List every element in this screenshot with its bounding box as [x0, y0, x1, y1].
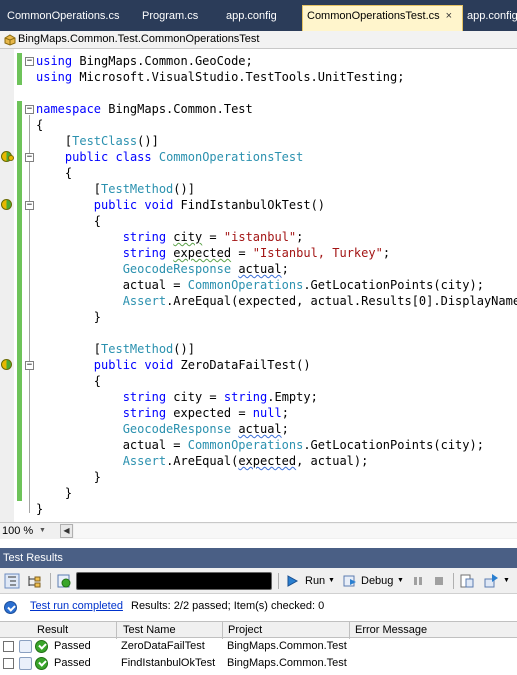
stop-icon[interactable]: [431, 573, 447, 589]
test-run-icon[interactable]: [56, 573, 72, 589]
collapse-icon[interactable]: −: [25, 153, 34, 162]
code-editor[interactable]: − − − − − using BingMaps.Common.GeoCode;…: [0, 49, 517, 522]
export-icon[interactable]: [459, 573, 475, 589]
collapse-icon[interactable]: −: [25, 57, 34, 66]
tab-commonoperationstest[interactable]: CommonOperationsTest.cs ×: [302, 5, 463, 31]
cell-project: BingMaps.Common.Test: [227, 640, 347, 652]
type-navigation-bar[interactable]: BingMaps.Common.Test.CommonOperationsTes…: [0, 31, 517, 49]
scroll-left-button[interactable]: ◀: [60, 524, 73, 538]
toolbar-separator: [50, 573, 51, 589]
chevron-down-icon[interactable]: ▼: [39, 527, 46, 534]
toolbar-separator: [453, 573, 454, 589]
test-result-glyph-icon[interactable]: [1, 359, 12, 370]
passed-icon: [35, 640, 48, 653]
chevron-down-icon[interactable]: ▼: [397, 577, 404, 584]
column-header-test-name[interactable]: Test Name: [123, 624, 176, 636]
tab-label: app.config: [467, 10, 517, 22]
column-divider[interactable]: [349, 622, 350, 639]
cell-test-name: ZeroDataFailTest: [121, 640, 205, 652]
tab-label: Program.cs: [142, 10, 199, 22]
column-divider[interactable]: [222, 622, 223, 639]
test-results-title-bar: Test Results: [0, 548, 517, 568]
table-row[interactable]: Passed ZeroDataFailTest BingMaps.Common.…: [0, 638, 517, 655]
test-results-grid: Result Test Name Project Error Message P…: [0, 621, 517, 675]
outline-line: [29, 115, 30, 513]
tab-app-config[interactable]: app.config: [222, 6, 302, 28]
cell-test-name: FindIstanbulOkTest: [121, 657, 216, 669]
test-results-toolbar: Run ▼ Debug ▼ ▼: [0, 568, 517, 594]
document-tab-bar: CommonOperations.cs Program.cs app.confi…: [0, 0, 517, 31]
debug-button-label[interactable]: Debug: [361, 575, 393, 587]
horizontal-scrollbar[interactable]: [74, 524, 517, 538]
group-view-icon[interactable]: [4, 573, 20, 589]
column-header-result[interactable]: Result: [37, 624, 68, 636]
passed-icon: [35, 657, 48, 670]
row-checkbox[interactable]: [3, 641, 14, 652]
test-run-details-link[interactable]: Test run completed: [30, 600, 123, 612]
test-run-status: Test run completed Results: 2/2 passed; …: [0, 596, 517, 620]
panel-title: Test Results: [3, 552, 63, 564]
column-header-project[interactable]: Project: [228, 624, 262, 636]
editor-zoom-bar: 100 % ▼ ◀: [0, 522, 517, 539]
cell-project: BingMaps.Common.Test: [227, 657, 347, 669]
hierarchy-icon[interactable]: [26, 573, 42, 589]
collapse-icon[interactable]: −: [25, 201, 34, 210]
chevron-down-icon[interactable]: ▼: [328, 577, 335, 584]
test-result-glyph-icon[interactable]: [1, 199, 12, 210]
table-row[interactable]: Passed FindIstanbulOkTest BingMaps.Commo…: [0, 655, 517, 672]
chevron-down-icon[interactable]: ▼: [503, 577, 510, 584]
close-icon[interactable]: ×: [446, 10, 452, 22]
tab-label: CommonOperationsTest.cs: [307, 10, 440, 22]
column-divider[interactable]: [116, 622, 117, 639]
row-checkbox[interactable]: [3, 658, 14, 669]
test-pending-dot-icon: [8, 155, 14, 161]
collapse-icon[interactable]: −: [25, 105, 34, 114]
change-tracking-bar: [17, 53, 22, 85]
tab-program[interactable]: Program.cs: [138, 6, 222, 28]
class-icon: [4, 34, 16, 46]
cell-result: Passed: [54, 657, 91, 669]
code-text[interactable]: using BingMaps.Common.GeoCode; using Mic…: [36, 53, 517, 517]
collapse-icon[interactable]: −: [25, 361, 34, 370]
grid-header: Result Test Name Project Error Message: [0, 621, 517, 639]
column-header-error-message[interactable]: Error Message: [355, 624, 427, 636]
cell-result: Passed: [54, 640, 91, 652]
run-icon[interactable]: [285, 573, 301, 589]
test-run-selector[interactable]: [76, 572, 272, 590]
info-icon: [4, 601, 17, 614]
indicator-margin[interactable]: [0, 49, 14, 522]
change-tracking-bar: [17, 101, 22, 501]
import-icon[interactable]: [483, 573, 499, 589]
tab-app-config-2[interactable]: app.config: [463, 6, 517, 28]
test-type-icon: [19, 657, 32, 670]
test-type-icon: [19, 640, 32, 653]
type-selector-label: BingMaps.Common.Test.CommonOperationsTes…: [18, 33, 260, 45]
zoom-level[interactable]: 100 %: [2, 525, 33, 537]
debug-icon[interactable]: [342, 573, 358, 589]
tab-label: app.config: [226, 10, 277, 22]
pause-icon[interactable]: [410, 573, 426, 589]
tab-label: CommonOperations.cs: [7, 10, 120, 22]
results-summary: Results: 2/2 passed; Item(s) checked: 0: [131, 600, 325, 612]
toolbar-separator: [278, 573, 279, 589]
tab-commonoperations[interactable]: CommonOperations.cs: [3, 6, 138, 28]
run-button-label[interactable]: Run: [305, 575, 325, 587]
